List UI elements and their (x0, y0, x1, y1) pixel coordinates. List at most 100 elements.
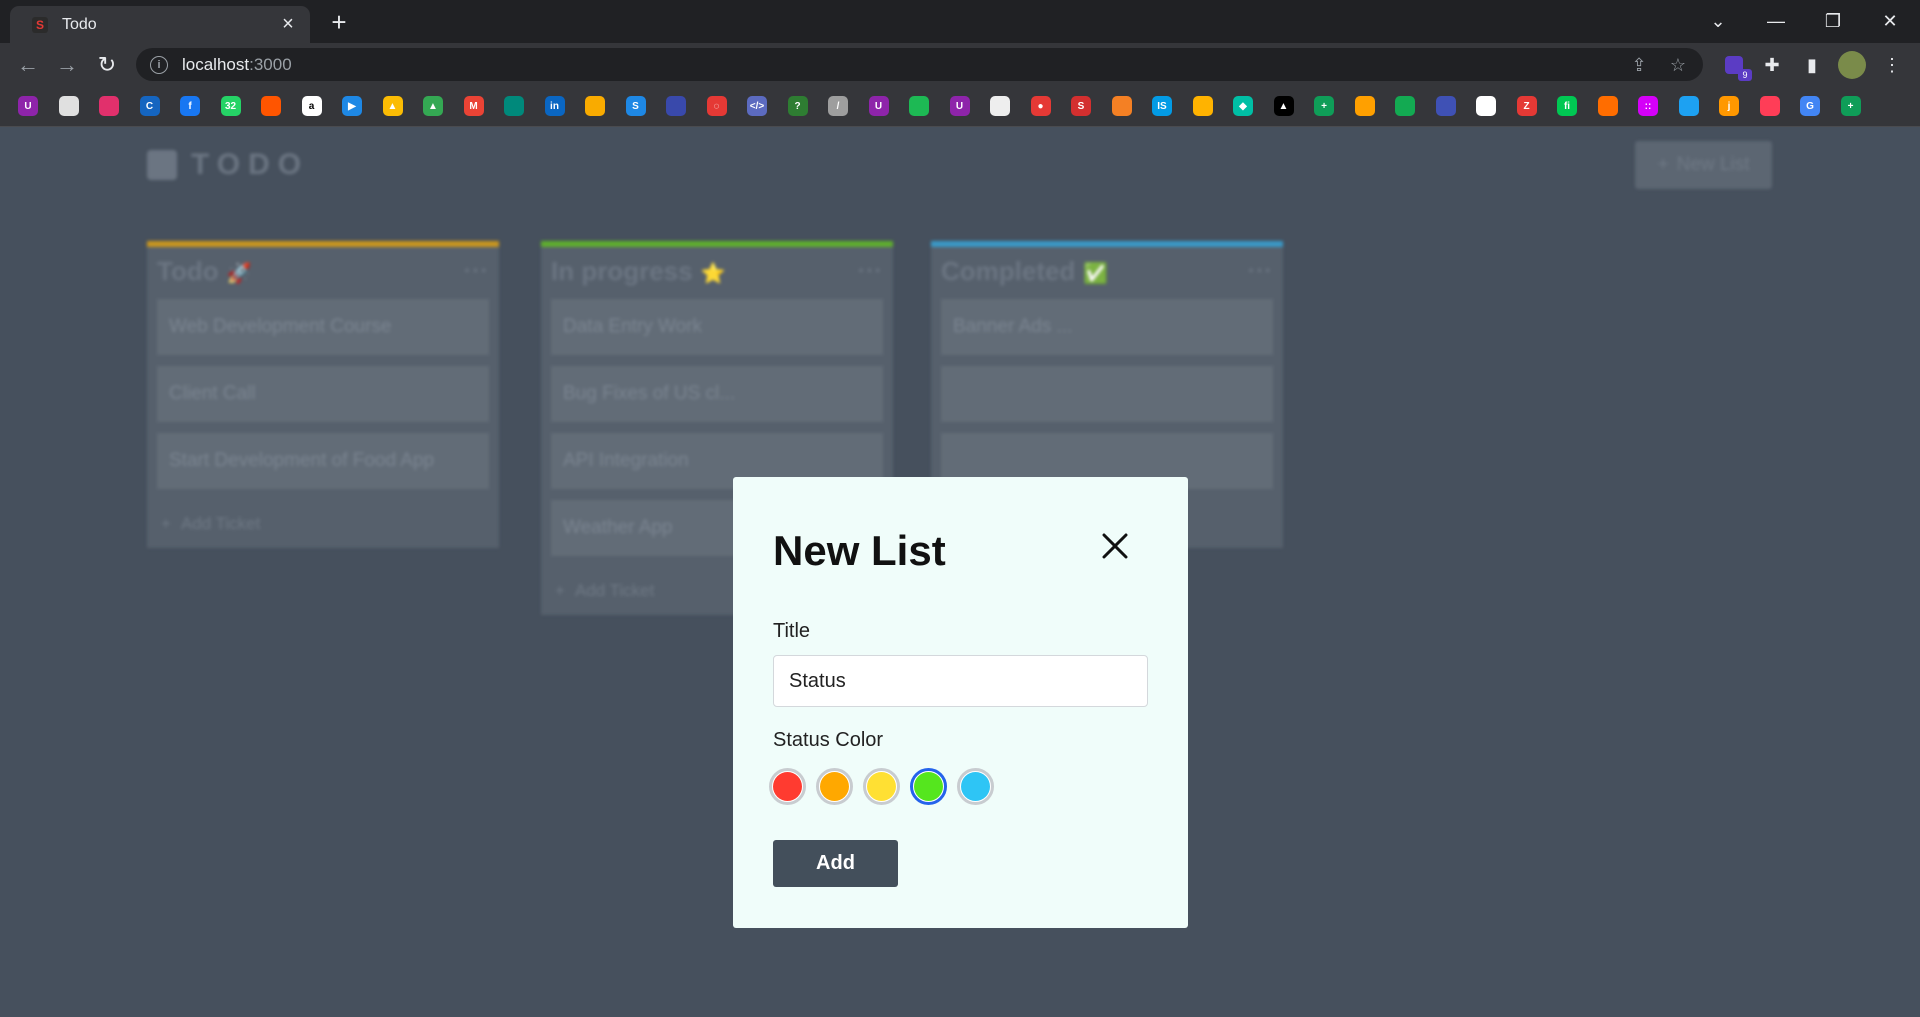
column-title-text: Completed (941, 255, 1076, 286)
avatar[interactable] (1838, 51, 1866, 79)
more-menu-icon[interactable]: ⋮ (1878, 51, 1906, 79)
reload-icon[interactable]: ↻ (93, 51, 121, 79)
color-swatch[interactable] (816, 768, 853, 805)
monday-icon[interactable] (1759, 96, 1780, 116)
forward-icon[interactable]: → (53, 51, 81, 79)
u-icon[interactable]: U (868, 96, 889, 116)
meet-icon[interactable] (504, 96, 524, 116)
share-icon[interactable]: ⇪ (1626, 52, 1652, 78)
url-host: localhost (182, 54, 250, 74)
firebase-icon[interactable] (1354, 96, 1375, 116)
ticket-card[interactable]: Start Development of Food App (157, 433, 489, 489)
linkedin-icon[interactable]: in (544, 96, 565, 116)
feather-icon[interactable]: / (828, 96, 848, 116)
column-header: Completed ✅ ··· (931, 247, 1283, 295)
help-icon[interactable]: ? (787, 96, 808, 116)
chat-icon[interactable] (1476, 96, 1496, 116)
extension-badge: 9 (1738, 69, 1752, 81)
close-icon[interactable] (1098, 529, 1132, 563)
add-ticket-button[interactable]: + Add Ticket (147, 500, 499, 548)
tab-search-icon[interactable]: ⌄ (1698, 6, 1738, 36)
z-icon[interactable]: Z (1516, 96, 1537, 116)
circle-icon[interactable]: ◌ (706, 96, 727, 116)
u-icon[interactable]: U (18, 96, 38, 116)
color-swatch[interactable] (910, 768, 947, 805)
orbit-icon[interactable] (1597, 96, 1618, 116)
column-menu-icon[interactable]: ··· (1248, 258, 1273, 284)
add-button[interactable]: Add (773, 840, 898, 887)
u-icon[interactable]: U (949, 96, 970, 116)
wave-icon[interactable] (1435, 96, 1456, 116)
site-info-icon[interactable]: i (150, 55, 168, 74)
is-icon[interactable]: IS (1152, 96, 1172, 116)
new-list-modal: New List Title Status Color Add (733, 477, 1188, 928)
tab-close-icon[interactable]: × (278, 13, 298, 36)
g-icon[interactable]: G (1800, 96, 1820, 116)
color-swatch[interactable] (863, 768, 900, 805)
new-list-label: New List (1676, 154, 1750, 175)
generic-icon[interactable] (666, 96, 686, 116)
restore-icon[interactable]: ❐ (1813, 6, 1853, 36)
ticket-card[interactable]: Web Development Course (157, 299, 489, 355)
twitter-icon[interactable] (1678, 96, 1699, 116)
color-swatch[interactable] (769, 768, 806, 805)
column-menu-icon[interactable]: ··· (464, 258, 489, 284)
title-input[interactable] (773, 655, 1148, 707)
address-bar[interactable]: i localhost:3000 ⇪ ☆ (136, 48, 1703, 81)
column-emoji-icon: ⭐ (700, 262, 726, 285)
close-window-icon[interactable]: ✕ (1870, 6, 1910, 36)
drive-icon[interactable]: ▲ (382, 96, 403, 116)
drive-icon[interactable]: ▲ (423, 96, 443, 116)
mongodb-icon[interactable] (1395, 96, 1415, 116)
add-icon[interactable]: + (1840, 96, 1861, 116)
ticket-card[interactable]: Client Call (157, 366, 489, 422)
s-icon[interactable]: S (625, 96, 646, 116)
add-ticket-label: Add Ticket (180, 514, 261, 533)
c-icon[interactable]: C (139, 96, 160, 116)
add-ticket-label: Add Ticket (574, 581, 655, 600)
new-tab-icon[interactable]: + (325, 7, 353, 37)
color-swatch[interactable] (957, 768, 994, 805)
soundcloud-icon[interactable] (261, 96, 281, 116)
ticket-card[interactable] (941, 366, 1273, 422)
ticket-card[interactable]: Banner Ads ... (941, 299, 1273, 355)
j-icon[interactable]: j (1719, 96, 1739, 116)
back-icon[interactable]: ← (14, 51, 42, 79)
ticket-card[interactable]: Data Entry Work (551, 299, 883, 355)
bug-icon[interactable] (1192, 96, 1213, 116)
doc-icon[interactable] (990, 96, 1010, 116)
column-emoji-icon: 🚀 (226, 262, 252, 285)
browser-tab[interactable]: S Todo × (10, 6, 310, 43)
ticket-card[interactable]: Bug Fixes of US cl... (551, 366, 883, 422)
column-header: In progress ⭐ ··· (541, 247, 893, 295)
side-panel-icon[interactable]: ▮ (1798, 51, 1826, 79)
triangle-icon[interactable]: ▲ (1273, 96, 1294, 116)
dot-icon[interactable]: ● (1030, 96, 1051, 116)
fi-icon[interactable]: fi (1557, 96, 1577, 116)
bookmarks-bar: U Cf 32 a ▶ ▲ ▲ Min S ◌ </>? / U U ● S IS ◆ ▲ + Zfi:: j G + (0, 86, 1920, 127)
extension-icon[interactable]: 9 (1720, 51, 1752, 81)
sheets-icon[interactable]: + (1314, 96, 1334, 116)
bookmark-star-icon[interactable]: ☆ (1665, 52, 1691, 78)
spotify-icon[interactable] (909, 96, 929, 116)
facebook-icon[interactable]: f (180, 96, 200, 116)
instagram-icon[interactable] (99, 96, 119, 116)
puzzle-icon[interactable]: ✚ (1758, 51, 1786, 79)
s-icon[interactable]: S (1071, 96, 1091, 116)
play-icon[interactable]: ▶ (342, 96, 362, 116)
image-icon[interactable] (58, 96, 79, 116)
stack-icon[interactable] (1111, 96, 1132, 116)
status-color-label: Status Color (773, 729, 884, 751)
minimize-icon[interactable]: — (1756, 6, 1796, 36)
plus-icon: + (1657, 154, 1669, 175)
amazon-icon[interactable]: a (301, 96, 322, 116)
dots-icon[interactable]: :: (1638, 96, 1658, 116)
photos-icon[interactable] (585, 96, 605, 116)
gmail-icon[interactable]: M (463, 96, 484, 116)
whatsapp-icon[interactable]: 32 (220, 96, 241, 116)
diamond-icon[interactable]: ◆ (1233, 96, 1253, 116)
code-icon[interactable]: </> (747, 96, 767, 116)
new-list-button[interactable]: + New List (1635, 141, 1772, 189)
browser-tab-bar: S Todo × + ⌄ — ❐ ✕ (0, 0, 1920, 43)
column-menu-icon[interactable]: ··· (858, 258, 883, 284)
